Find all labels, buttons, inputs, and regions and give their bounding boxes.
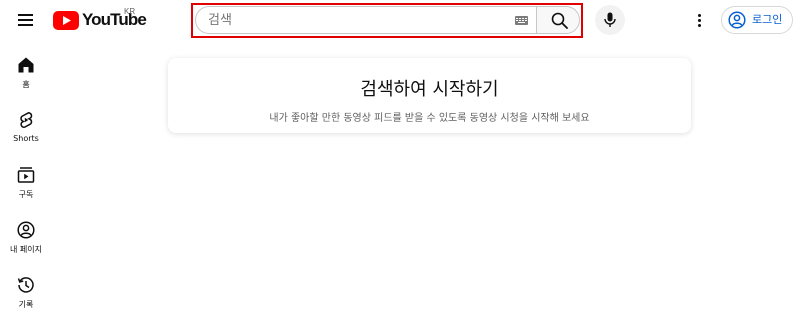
search-icon [551, 12, 568, 29]
sidebar-item-label: 구독 [18, 190, 34, 199]
hamburger-menu-icon[interactable] [15, 9, 37, 31]
sidebar-item-label: 기록 [18, 300, 34, 309]
keyboard-icon[interactable] [515, 16, 528, 25]
prompt-title: 검색하여 시작하기 [360, 79, 499, 100]
account-icon [17, 221, 35, 239]
sidebar-item-label: Shorts [13, 134, 39, 143]
youtube-play-icon [53, 10, 79, 30]
login-button[interactable]: 로그인 [721, 6, 793, 34]
logo-country-code: KR [124, 7, 136, 16]
sidebar-item-label: 내 페이지 [10, 245, 42, 254]
logo-wordmark: YouTube [82, 10, 147, 29]
login-label: 로그인 [752, 13, 783, 26]
prompt-subtitle: 내가 좋아할 만한 동영상 피드를 받을 수 있도록 동영상 시청을 시작해 보… [269, 113, 590, 124]
masthead: YouTube KR 로그인 [0, 0, 800, 40]
shorts-icon [20, 112, 33, 128]
home-icon [18, 57, 34, 73]
account-circle-icon [728, 11, 746, 29]
search-input[interactable] [208, 7, 498, 33]
microphone-icon [604, 12, 616, 27]
empty-feed-prompt: 검색하여 시작하기 내가 좋아할 만한 동영상 피드를 받을 수 있도록 동영상… [168, 58, 691, 133]
voice-search-button[interactable] [595, 5, 625, 35]
search-box[interactable] [195, 6, 536, 34]
sidebar-item-label: 홈 [22, 80, 30, 89]
sidebar-item-subscriptions[interactable]: 구독 [0, 158, 52, 204]
history-icon [17, 277, 34, 293]
sidebar-item-you[interactable]: 내 페이지 [0, 213, 52, 259]
search-button[interactable] [536, 6, 580, 34]
subscriptions-icon [17, 167, 35, 183]
sidebar-item-shorts[interactable]: Shorts [0, 103, 52, 149]
sidebar-item-home[interactable]: 홈 [0, 48, 52, 94]
more-vertical-icon[interactable] [690, 10, 710, 30]
sidebar-item-history[interactable]: 기록 [0, 268, 52, 314]
